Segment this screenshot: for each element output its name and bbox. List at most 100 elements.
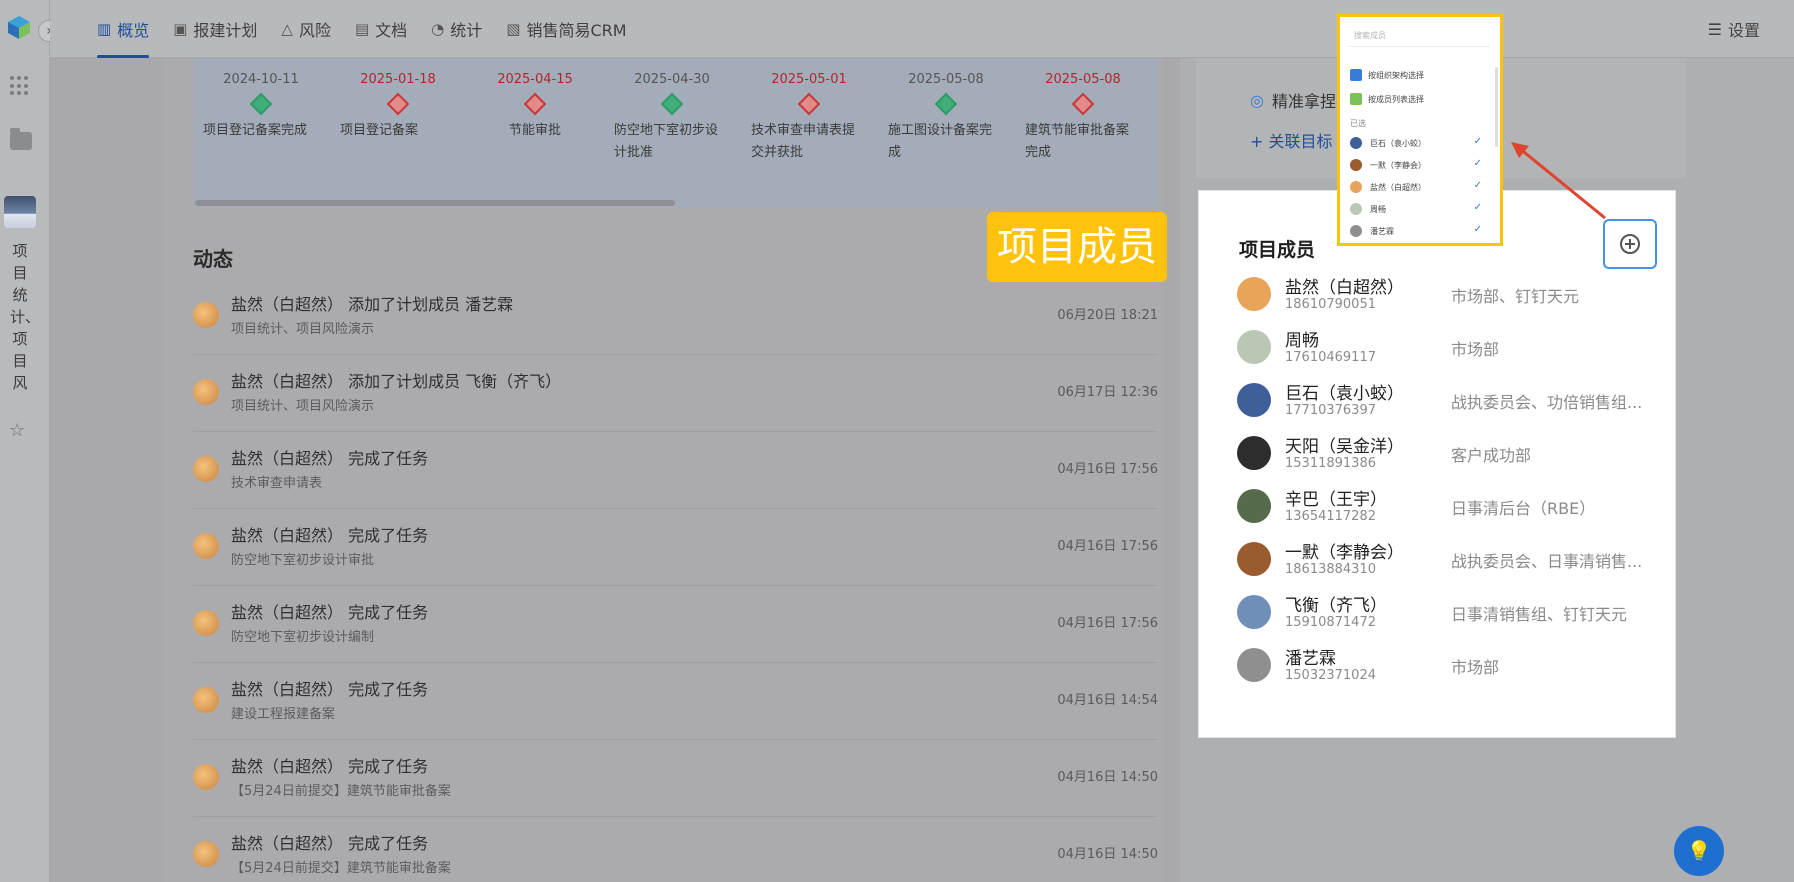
member-row[interactable]: 周畅 17610469117 市场部 bbox=[1237, 326, 1657, 378]
feed-subtext: 项目统计、项目风险演示 bbox=[231, 322, 375, 337]
member-row[interactable]: 盐然（白超然） 18610790051 市场部、钉钉天元 bbox=[1237, 273, 1657, 325]
avatar bbox=[193, 456, 219, 482]
member-dept: 战执委员会、日事清销售... bbox=[1451, 552, 1643, 571]
tab-label: 概览 bbox=[117, 21, 150, 40]
member-name: 飞衡（齐飞） bbox=[1285, 596, 1387, 616]
selected-member[interactable]: 潘艺霖 ✓ bbox=[1350, 224, 1490, 239]
select-by-org-option[interactable]: 按组织架构选择 bbox=[1350, 69, 1424, 81]
apps-grid-icon[interactable] bbox=[10, 76, 30, 96]
member-search-input[interactable]: 搜索成员 bbox=[1348, 25, 1490, 47]
feed-item[interactable]: 盐然（白超然） 完成了任务 建设工程报建备案 04月16日 14:54 bbox=[193, 663, 1158, 740]
milestone-timeline: 2024-10-11 项目登记备案完成 2025-01-18 项目登记备案 20… bbox=[193, 58, 1158, 208]
check-icon: ✓ bbox=[1473, 202, 1482, 213]
target-icon: ◎ bbox=[1250, 90, 1264, 110]
member-row[interactable]: 天阳（吴金洋） 15311891386 客户成功部 bbox=[1237, 432, 1657, 484]
milestone-item[interactable]: 2024-10-11 项目登记备案完成 bbox=[193, 72, 329, 142]
feed-time: 04月16日 17:56 bbox=[1057, 539, 1158, 554]
member-name: 辛巴（王宇） bbox=[1285, 490, 1387, 510]
milestone-item[interactable]: 2025-05-08 建筑节能审批备案完成 bbox=[1015, 72, 1151, 164]
member-phone: 18610790051 bbox=[1285, 297, 1376, 312]
tab-stats[interactable]: ◔ 统计 bbox=[419, 0, 494, 58]
selected-member[interactable]: 盐然（白超然） ✓ bbox=[1350, 180, 1490, 195]
feed-subtext: 【5月24日前提交】建筑节能审批备案 bbox=[231, 861, 451, 876]
avatar bbox=[193, 610, 219, 636]
feed-subtext: 项目统计、项目风险演示 bbox=[231, 399, 375, 414]
timeline-scrollbar[interactable] bbox=[195, 200, 675, 206]
tab-label: 销售简易CRM bbox=[526, 21, 627, 40]
check-icon: ✓ bbox=[1473, 180, 1482, 191]
selected-member[interactable]: 周畅 ✓ bbox=[1350, 202, 1490, 217]
feed-item[interactable]: 盐然（白超然） 添加了计划成员 潘艺霖 项目统计、项目风险演示 06月20日 1… bbox=[193, 278, 1158, 355]
lightbulb-help-icon[interactable]: 💡 bbox=[1674, 826, 1724, 876]
tab-risk[interactable]: △ 风险 bbox=[269, 0, 343, 58]
project-thumbnail[interactable] bbox=[4, 196, 36, 228]
tab-overview[interactable]: ▥ 概览 bbox=[85, 0, 161, 58]
tab-crm[interactable]: ▧ 销售简易CRM bbox=[494, 0, 638, 58]
milestone-item[interactable]: 2025-04-15 节能审批 bbox=[467, 72, 603, 142]
feed-item[interactable]: 盐然（白超然） 完成了任务 【5月24日前提交】建筑节能审批备案 04月16日 … bbox=[193, 817, 1158, 882]
member-phone: 15910871472 bbox=[1285, 615, 1376, 630]
feed-item[interactable]: 盐然（白超然） 完成了任务 【5月24日前提交】建筑节能审批备案 04月16日 … bbox=[193, 740, 1158, 817]
avatar bbox=[193, 302, 219, 328]
star-icon[interactable]: ☆ bbox=[9, 420, 25, 441]
link-goal-button[interactable]: + 关联目标 bbox=[1250, 128, 1333, 152]
milestone-title: 项目登记备案 bbox=[340, 123, 419, 138]
milestone-overdue-marker bbox=[1071, 92, 1095, 116]
milestone-title: 技术审查申请表提交并获批 bbox=[751, 123, 856, 160]
milestone-title: 施工图设计备案完成 bbox=[888, 123, 993, 160]
feed-text: 盐然（白超然） 添加了计划成员 飞衡（齐飞） bbox=[231, 372, 562, 391]
select-by-list-option[interactable]: 按成员列表选择 bbox=[1350, 93, 1424, 105]
member-row[interactable]: 辛巴（王宇） 13654117282 日事清后台（RBE） bbox=[1237, 485, 1657, 537]
milestone-overdue-marker bbox=[523, 92, 547, 116]
option-label: 按成员列表选择 bbox=[1368, 94, 1424, 104]
plan-icon: ▣ bbox=[173, 20, 188, 38]
feed-time: 06月17日 12:36 bbox=[1057, 385, 1158, 400]
feed-time: 04月16日 14:50 bbox=[1057, 770, 1158, 785]
tab-label: 统计 bbox=[450, 21, 483, 40]
feed-item[interactable]: 盐然（白超然） 完成了任务 技术审查申请表 04月16日 17:56 bbox=[193, 432, 1158, 509]
member-row[interactable]: 潘艺霖 15032371024 市场部 bbox=[1237, 644, 1657, 696]
popup-scrollbar[interactable] bbox=[1495, 67, 1498, 147]
feed-item[interactable]: 盐然（白超然） 添加了计划成员 飞衡（齐飞） 项目统计、项目风险演示 06月17… bbox=[193, 355, 1158, 432]
milestone-date: 2025-04-15 bbox=[497, 72, 573, 87]
left-rail: › 项目统计、项目风 ☆ bbox=[0, 0, 60, 882]
selected-member-name: 巨石（袁小蛟） bbox=[1370, 139, 1426, 148]
member-name: 盐然（白超然） bbox=[1285, 278, 1404, 298]
app-logo-icon[interactable] bbox=[6, 14, 32, 40]
member-row[interactable]: 飞衡（齐飞） 15910871472 日事清销售组、钉钉天元 bbox=[1237, 591, 1657, 643]
feed-subtext: 防空地下室初步设计审批 bbox=[231, 553, 375, 568]
folder-icon[interactable] bbox=[10, 128, 32, 150]
member-row[interactable]: 一默（李静会） 18613884310 战执委员会、日事清销售... bbox=[1237, 538, 1657, 590]
milestone-done-marker bbox=[249, 92, 273, 116]
member-name: 周畅 bbox=[1285, 331, 1319, 351]
settings-button[interactable]: ☰ 设置 bbox=[1708, 17, 1760, 41]
selected-member[interactable]: 一默（李静会） ✓ bbox=[1350, 158, 1490, 173]
tab-label: 报建计划 bbox=[193, 21, 258, 40]
member-name: 潘艺霖 bbox=[1285, 649, 1336, 669]
tab-plan[interactable]: ▣ 报建计划 bbox=[161, 0, 269, 58]
avatar bbox=[193, 764, 219, 790]
milestone-title: 防空地下室初步设计批准 bbox=[614, 123, 719, 160]
avatar bbox=[1237, 542, 1271, 576]
milestone-item[interactable]: 2025-05-01 技术审查申请表提交并获批 bbox=[741, 72, 877, 164]
feed-text: 盐然（白超然） 添加了计划成员 潘艺霖 bbox=[231, 295, 514, 314]
feed-text: 盐然（白超然） 完成了任务 bbox=[231, 449, 429, 468]
avatar bbox=[1350, 137, 1362, 149]
feed-item[interactable]: 盐然（白超然） 完成了任务 防空地下室初步设计审批 04月16日 17:56 bbox=[193, 509, 1158, 586]
milestone-item[interactable]: 2025-04-30 防空地下室初步设计批准 bbox=[604, 72, 740, 164]
milestone-item[interactable]: 2025-01-18 项目登记备案 bbox=[330, 72, 466, 142]
selected-label: 已选 bbox=[1350, 119, 1366, 128]
sliders-icon: ☰ bbox=[1707, 19, 1722, 39]
milestone-overdue-marker bbox=[386, 92, 410, 116]
feed-item[interactable]: 盐然（白超然） 完成了任务 防空地下室初步设计编制 04月16日 17:56 bbox=[193, 586, 1158, 663]
selected-member[interactable]: 巨石（袁小蛟） ✓ bbox=[1350, 136, 1490, 151]
feed-subtext: 建设工程报建备案 bbox=[231, 707, 336, 722]
member-row[interactable]: 巨石（袁小蛟） 17710376397 战执委员会、功倍销售组... bbox=[1237, 379, 1657, 431]
annotation-tag: 项目成员 bbox=[987, 212, 1167, 282]
milestone-item[interactable]: 2025-05-08 施工图设计备案完成 bbox=[878, 72, 1014, 164]
feed-subtext: 【5月24日前提交】建筑节能审批备案 bbox=[231, 784, 451, 799]
tab-docs[interactable]: ▤ 文档 bbox=[343, 0, 419, 58]
selected-member-name: 一默（李静会） bbox=[1370, 161, 1426, 170]
avatar bbox=[1350, 225, 1362, 237]
member-name: 天阳（吴金洋） bbox=[1285, 437, 1404, 457]
